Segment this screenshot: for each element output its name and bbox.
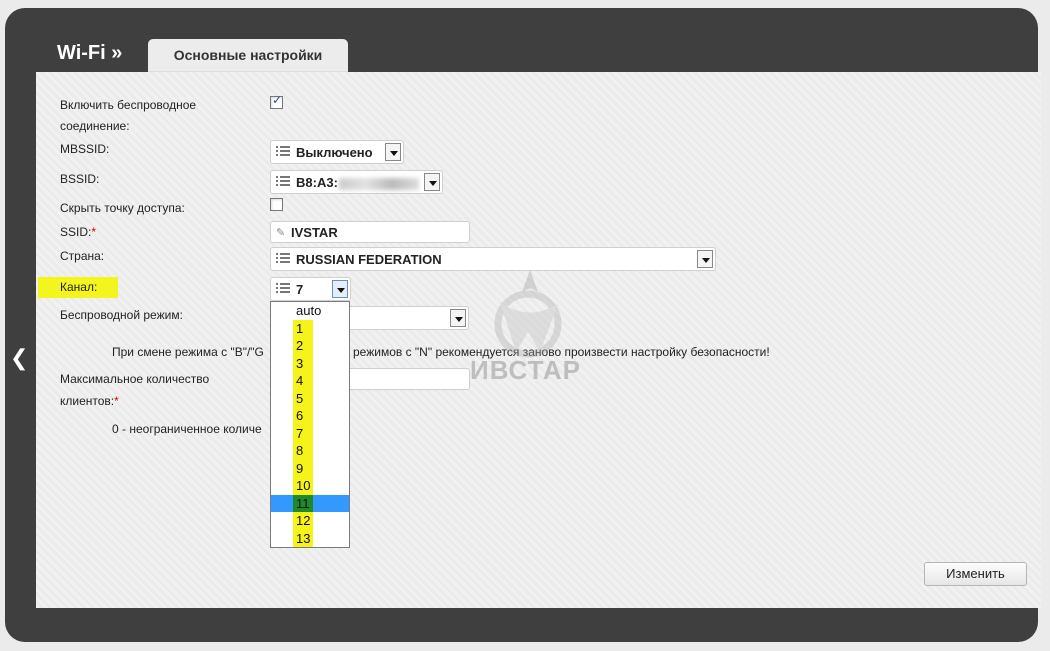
hide-ap-checkbox[interactable] [270,198,283,211]
chevron-down-icon[interactable] [697,250,713,268]
channel-option[interactable]: 11 [271,494,349,512]
channel-option-label: auto [296,303,322,318]
channel-dropdown-list[interactable]: auto 1 2 3 4 5 6 7 8 9 10 11 12 13 [270,301,350,548]
channel-option[interactable]: 10 [271,477,349,495]
channel-option-label: 4 [296,373,304,388]
channel-option[interactable]: 8 [271,442,349,460]
channel-option-label: 11 [296,495,310,511]
bssid-redacted [338,177,419,190]
wireless-mode-label: Беспроводной режим: [60,308,183,322]
chevron-down-icon[interactable] [424,173,440,191]
channel-option[interactable]: 13 [271,529,349,547]
enable-wireless-label: Включить беспроводное соединение: [60,98,197,133]
channel-option-label: 7 [296,425,304,441]
channel-option[interactable]: 7 [271,424,349,442]
channel-option[interactable]: 4 [271,372,349,390]
ssid-label: SSID:* [60,225,97,239]
pencil-icon: ✎ [276,226,286,239]
hide-ap-label: Скрыть точку доступа: [60,201,185,215]
mbssid-select[interactable]: Выключено [270,140,404,164]
bssid-select[interactable]: B8:A3: [270,170,443,194]
channel-option-label: 8 [296,443,304,458]
channel-option[interactable]: 5 [271,389,349,407]
bssid-label: BSSID: [60,172,100,186]
list-icon [276,146,290,158]
tab-basic-settings[interactable]: Основные настройки [148,39,348,72]
channel-option-label: 1 [296,320,304,336]
chevron-down-icon[interactable] [385,143,401,161]
chevron-down-icon[interactable] [450,309,466,327]
max-clients-hint: 0 - неограниченное количе [112,422,262,436]
watermark-text: ИВСТАР [470,355,581,385]
channel-select[interactable]: 7 [270,277,351,301]
country-label: Страна: [60,249,105,263]
list-icon [276,176,290,188]
channel-option-label: 2 [296,338,304,353]
ssid-value: IVSTAR [291,225,338,240]
channel-option-label: 12 [296,513,311,528]
channel-option-label: 3 [296,355,304,371]
channel-option[interactable]: 2 [271,337,349,355]
channel-option[interactable]: 9 [271,459,349,477]
channel-option[interactable]: 3 [271,354,349,372]
apply-button[interactable]: Изменить [924,562,1027,586]
channel-option-label: 6 [296,408,304,423]
channel-option[interactable]: auto [271,302,349,320]
section-title[interactable]: Wi-Fi » [57,42,122,65]
mbssid-value: Выключено [296,145,373,160]
tab-label: Основные настройки [173,47,323,63]
channel-option-label: 10 [296,478,311,493]
enable-wireless-checkbox[interactable] [270,93,283,109]
channel-label: Канал: [60,280,98,294]
ssid-input[interactable]: ✎ IVSTAR [270,221,470,243]
channel-option-label: 5 [296,390,304,406]
mbssid-label: MBSSID: [60,142,110,156]
bssid-value: B8:A3: [296,175,338,190]
channel-option[interactable]: 1 [271,319,349,337]
list-icon [276,253,290,265]
mode-change-notice-left: При смене режима с "B"/"G [112,345,264,359]
chevron-down-icon[interactable] [332,280,348,298]
list-icon [276,283,290,295]
channel-option[interactable]: 6 [271,407,349,425]
channel-option-label: 13 [296,530,311,546]
back-arrow-icon[interactable]: ❮ [10,348,28,370]
channel-option-label: 9 [296,460,304,476]
channel-value: 7 [296,282,304,297]
country-value: RUSSIAN FEDERATION [296,252,442,267]
max-clients-label: Максимальное количество клиентов:* [60,372,210,408]
channel-option[interactable]: 12 [271,512,349,530]
